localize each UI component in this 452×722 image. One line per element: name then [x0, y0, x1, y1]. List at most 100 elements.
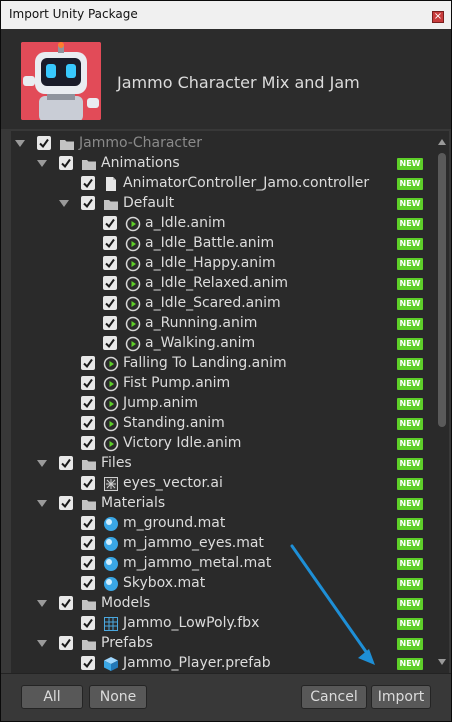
select-none-button[interactable]: None: [89, 685, 147, 709]
tree-row[interactable]: Falling To Landing.anim NEW: [11, 354, 435, 374]
asset-name: m_jammo_eyes.mat: [123, 535, 264, 551]
foldout-arrow-icon[interactable]: [37, 600, 47, 607]
include-checkbox[interactable]: [59, 596, 73, 610]
tree-row[interactable]: Materials NEW: [11, 494, 435, 514]
include-checkbox[interactable]: [81, 476, 95, 490]
include-checkbox[interactable]: [59, 456, 73, 470]
asset-name: Materials: [101, 495, 166, 511]
include-checkbox[interactable]: [103, 336, 117, 350]
foldout-arrow-icon[interactable]: [37, 640, 47, 647]
tree-row[interactable]: Jammo_LowPoly.fbx NEW: [11, 614, 435, 634]
tree-row[interactable]: eyes_vector.ai NEW: [11, 474, 435, 494]
include-checkbox[interactable]: [81, 196, 95, 210]
tree-row[interactable]: Fist Pump.anim NEW: [11, 374, 435, 394]
include-checkbox[interactable]: [81, 356, 95, 370]
new-badge: NEW: [397, 398, 423, 410]
include-checkbox[interactable]: [81, 416, 95, 430]
asset-name: a_Walking.anim: [145, 335, 256, 351]
include-checkbox[interactable]: [81, 616, 95, 630]
tree-row[interactable]: m_jammo_metal.mat NEW: [11, 554, 435, 574]
include-checkbox[interactable]: [59, 496, 73, 510]
import-button[interactable]: Import: [371, 685, 431, 709]
asset-name: Default: [123, 195, 175, 211]
include-checkbox[interactable]: [81, 556, 95, 570]
include-checkbox[interactable]: [81, 656, 95, 670]
scroll-down-icon[interactable]: [438, 659, 446, 665]
include-checkbox[interactable]: [103, 216, 117, 230]
new-badge: NEW: [397, 598, 423, 610]
tree-row[interactable]: Jammo-Character: [11, 134, 435, 154]
tree-row[interactable]: a_Idle_Happy.anim NEW: [11, 254, 435, 274]
tree-row[interactable]: a_Idle_Relaxed.anim NEW: [11, 274, 435, 294]
tree-row[interactable]: a_Walking.anim NEW: [11, 334, 435, 354]
select-all-button[interactable]: All: [21, 685, 83, 709]
animation-clip-icon: [125, 256, 141, 272]
asset-name: Skybox.mat: [123, 575, 206, 591]
new-badge: NEW: [397, 478, 423, 490]
tree-row[interactable]: Prefabs NEW: [11, 634, 435, 654]
tree-row[interactable]: a_Idle.anim NEW: [11, 214, 435, 234]
asset-name: Prefabs: [101, 635, 153, 651]
new-badge: NEW: [397, 318, 423, 330]
tree-row[interactable]: Models NEW: [11, 594, 435, 614]
tree-row[interactable]: Standing.anim NEW: [11, 414, 435, 434]
package-name: Jammo Character Mix and Jam: [117, 73, 360, 92]
tree-row[interactable]: Default NEW: [11, 194, 435, 214]
scrollbar-thumb[interactable]: [438, 153, 446, 427]
tree-row[interactable]: m_jammo_eyes.mat NEW: [11, 534, 435, 554]
include-checkbox[interactable]: [59, 636, 73, 650]
folder-icon: [81, 156, 97, 172]
tree-row[interactable]: Victory Idle.anim NEW: [11, 434, 435, 454]
tree-row[interactable]: Skybox.mat NEW: [11, 574, 435, 594]
asset-name: AnimatorController_Jamo.controller: [123, 175, 370, 191]
animation-clip-icon: [125, 316, 141, 332]
tree-row[interactable]: a_Idle_Battle.anim NEW: [11, 234, 435, 254]
include-checkbox[interactable]: [103, 296, 117, 310]
include-checkbox[interactable]: [37, 136, 51, 150]
asset-name: Jammo_Player.prefab: [123, 655, 271, 671]
tree-row[interactable]: a_Idle_Scared.anim NEW: [11, 294, 435, 314]
import-package-window: Import Unity Package × Jammo Character M…: [0, 0, 452, 722]
cancel-button[interactable]: Cancel: [301, 685, 367, 709]
asset-name: Fist Pump.anim: [123, 375, 231, 391]
include-checkbox[interactable]: [103, 316, 117, 330]
folder-icon: [81, 636, 97, 652]
tree-row[interactable]: Animations NEW: [11, 154, 435, 174]
new-badge: NEW: [397, 358, 423, 370]
foldout-arrow-icon[interactable]: [37, 460, 47, 467]
tree-scrollbar[interactable]: [435, 131, 449, 673]
include-checkbox[interactable]: [81, 176, 95, 190]
window-title: Import Unity Package: [9, 7, 138, 21]
include-checkbox[interactable]: [81, 576, 95, 590]
include-checkbox[interactable]: [103, 276, 117, 290]
include-checkbox[interactable]: [81, 376, 95, 390]
include-checkbox[interactable]: [81, 536, 95, 550]
include-checkbox[interactable]: [81, 436, 95, 450]
tree-row[interactable]: m_ground.mat NEW: [11, 514, 435, 534]
new-badge: NEW: [397, 418, 423, 430]
asset-name: a_Idle_Happy.anim: [145, 255, 276, 271]
tree-row[interactable]: Jump.anim NEW: [11, 394, 435, 414]
material-icon: [103, 516, 119, 532]
include-checkbox[interactable]: [81, 396, 95, 410]
foldout-arrow-icon[interactable]: [37, 500, 47, 507]
tree-row[interactable]: Jammo_Player.prefab NEW: [11, 654, 435, 673]
foldout-arrow-icon[interactable]: [15, 140, 25, 147]
scroll-up-icon[interactable]: [438, 139, 446, 145]
animation-clip-icon: [125, 296, 141, 312]
folder-icon: [81, 596, 97, 612]
foldout-arrow-icon[interactable]: [59, 200, 69, 207]
footer-bar: All None Cancel Import: [1, 673, 451, 721]
foldout-arrow-icon[interactable]: [37, 160, 47, 167]
include-checkbox[interactable]: [59, 156, 73, 170]
tree-row[interactable]: AnimatorController_Jamo.controller NEW: [11, 174, 435, 194]
tree-row[interactable]: Files NEW: [11, 454, 435, 474]
include-checkbox[interactable]: [103, 236, 117, 250]
asset-name: Standing.anim: [123, 415, 225, 431]
include-checkbox[interactable]: [103, 256, 117, 270]
asset-name: a_Idle_Scared.anim: [145, 295, 281, 311]
title-bar: Import Unity Package ×: [1, 1, 451, 30]
tree-row[interactable]: a_Running.anim NEW: [11, 314, 435, 334]
include-checkbox[interactable]: [81, 516, 95, 530]
close-button[interactable]: ×: [432, 11, 444, 23]
